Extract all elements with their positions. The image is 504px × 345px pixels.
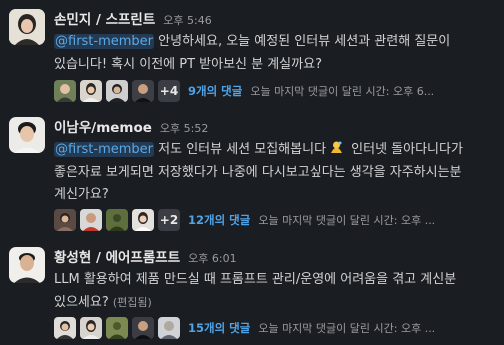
thread-summary[interactable]: +2 12개의 댓글 오늘 마지막 댓글이 달린 시간: 오후 ... (54, 207, 435, 233)
message-header: 이남우/memoe 오후 5:52 (54, 117, 498, 139)
message-body: 저도 인터뷰 세션 모집해봅니다 (154, 142, 327, 157)
participant-avatar (106, 317, 128, 339)
avatar[interactable] (9, 117, 45, 153)
more-participants-count: +4 (158, 80, 180, 102)
edited-label: (편집됨) (112, 295, 152, 309)
sweat-emoji-icon (328, 140, 345, 155)
last-reply-time: 오늘 마지막 댓글이 달린 시간: 오후 6... (250, 85, 435, 98)
participant-avatar (132, 80, 154, 102)
message-text: @first-member 저도 인터뷰 세션 모집해봅니다 인터넷 돌아다니다… (54, 139, 498, 207)
author-name[interactable]: 황성현 / 에어프롬프트 (54, 250, 180, 266)
participant-avatar (80, 80, 102, 102)
message-text: @first-member 안녕하세요, 오늘 예정된 인터뷰 세션과 관련해 … (54, 31, 498, 76)
reply-count-link[interactable]: 15개의 댓글 (188, 320, 250, 336)
message-header: 황성현 / 에어프롬프트 오후 6:01 (54, 247, 498, 269)
reply-count-link[interactable]: 12개의 댓글 (188, 212, 250, 228)
thread-summary[interactable]: +4 9개의 댓글 오늘 마지막 댓글이 달린 시간: 오후 6... (54, 78, 434, 104)
author-name[interactable]: 이남우/memoe (54, 120, 152, 136)
participant-avatar (132, 209, 154, 231)
thread-summary[interactable]: 15개의 댓글 오늘 마지막 댓글이 달린 시간: 오후 ... (54, 315, 435, 341)
participant-avatar (54, 80, 76, 102)
avatar[interactable] (9, 247, 45, 283)
last-reply-time: 오늘 마지막 댓글이 달린 시간: 오후 ... (258, 322, 436, 335)
timestamp[interactable]: 오후 5:52 (160, 122, 208, 135)
message-header: 손민지 / 스프린트 오후 5:46 (54, 9, 498, 31)
participant-avatar (132, 317, 154, 339)
more-participants-count: +2 (158, 209, 180, 231)
participant-avatar (106, 80, 128, 102)
reply-count-link[interactable]: 9개의 댓글 (188, 83, 242, 99)
last-reply-time: 오늘 마지막 댓글이 달린 시간: 오후 ... (258, 214, 436, 227)
mention-link[interactable]: @first-member (54, 142, 155, 157)
timestamp[interactable]: 오후 6:01 (188, 252, 236, 265)
author-name[interactable]: 손민지 / 스프린트 (54, 12, 155, 28)
participant-avatar (80, 317, 102, 339)
timestamp[interactable]: 오후 5:46 (163, 14, 211, 27)
mention-link[interactable]: @first-member (54, 34, 155, 49)
participant-avatar (80, 209, 102, 231)
avatar[interactable] (9, 9, 45, 45)
participant-avatar (54, 317, 76, 339)
message-text: LLM 활용하여 제품 만드실 때 프롬프트 관리/운영에 어려움을 겪고 계신… (54, 269, 494, 314)
participant-avatar (106, 209, 128, 231)
participant-avatar (158, 317, 180, 339)
participant-avatar (54, 209, 76, 231)
